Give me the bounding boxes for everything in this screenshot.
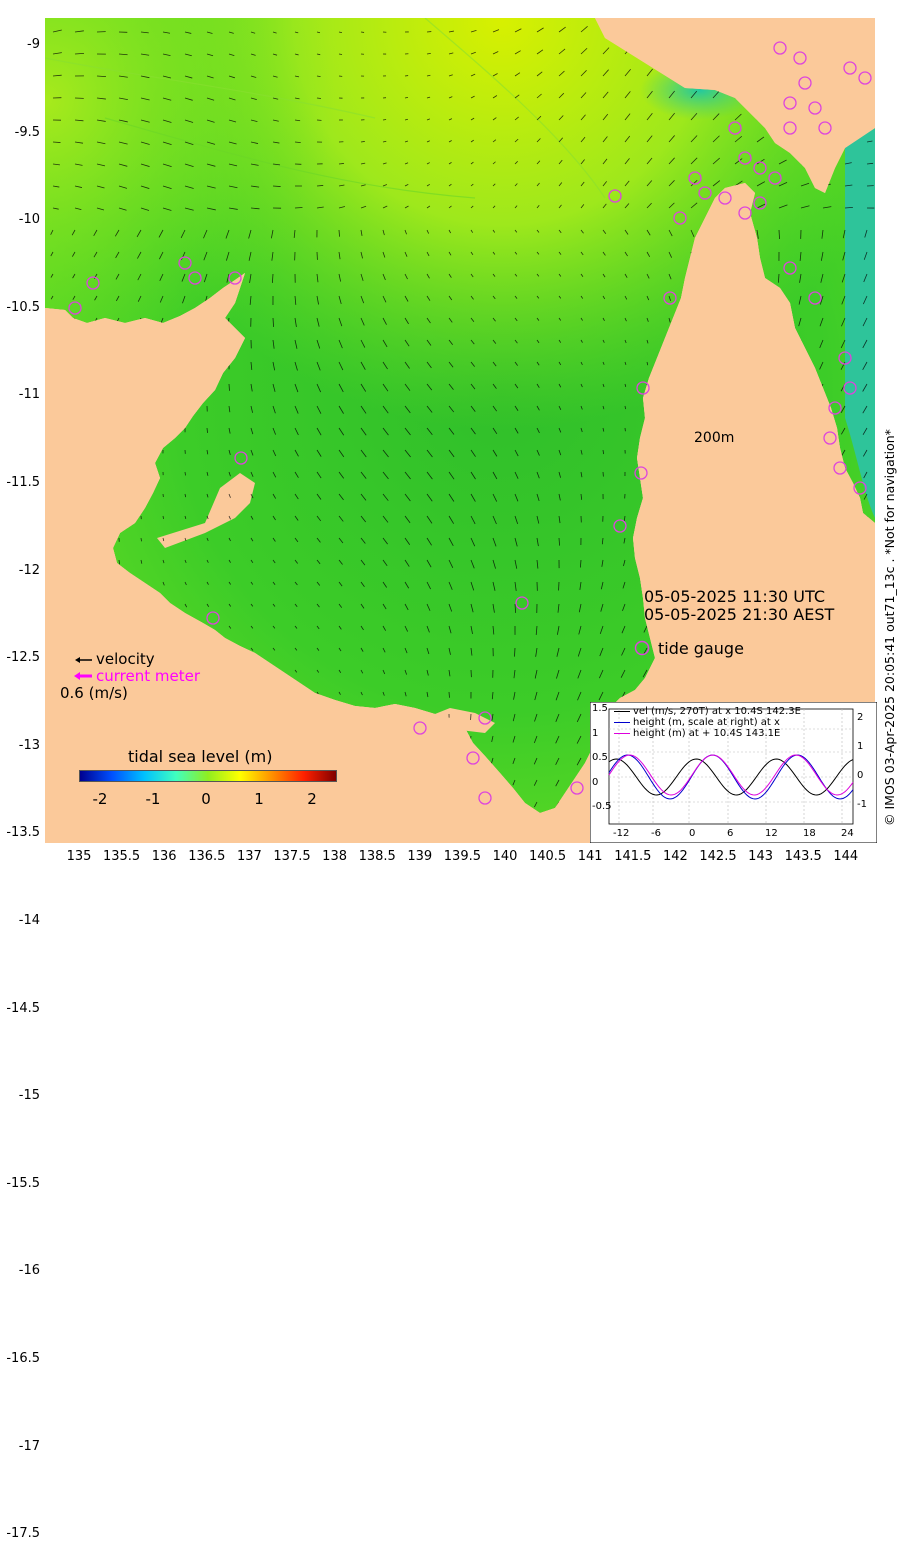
y-tick-label: -17.5 [4, 1526, 40, 1541]
inset-legend-entry: vel (m/s, 270T) at x 10.4S 142.3E [614, 706, 801, 717]
inset-right-tick: -1 [857, 799, 867, 810]
velocity-arrow [53, 142, 61, 143]
y-tick-label: -9.5 [4, 125, 40, 140]
velocity-arrow [361, 141, 365, 142]
x-tick-label: 139 [400, 849, 440, 864]
velocity-arrow [383, 119, 386, 120]
velocity-arrow [339, 163, 344, 164]
time-series-inset: vel (m/s, 270T) at x 10.4S 142.3Eheight … [590, 702, 877, 843]
tide-gauge-legend-label: tide gauge [658, 639, 744, 658]
inset-left-tick: 1.5 [592, 703, 608, 714]
y-tick-label: -13 [4, 738, 40, 753]
x-tick-label: 137.5 [272, 849, 312, 864]
inset-left-tick: 0 [592, 777, 598, 788]
y-tick-label: -16.5 [4, 1351, 40, 1366]
colorbar-tick-label: 1 [244, 790, 274, 808]
y-tick-label: -9 [4, 37, 40, 52]
speed-scale-label: 0.6 (m/s) [60, 684, 128, 702]
velocity-arrow [163, 516, 164, 519]
velocity-legend-icon [74, 655, 94, 665]
colorbar-tick-label: 0 [191, 790, 221, 808]
inset-x-tick: 12 [765, 828, 778, 839]
velocity-arrow [119, 560, 120, 564]
inset-legend-entry: height (m, scale at right) at x [614, 717, 780, 728]
x-tick-label: 139.5 [442, 849, 482, 864]
y-tick-label: -15 [4, 1088, 40, 1103]
x-tick-label: 144 [826, 849, 866, 864]
inset-x-tick: 0 [689, 828, 695, 839]
velocity-arrow [141, 538, 142, 541]
y-tick-label: -11.5 [4, 475, 40, 490]
credit-text: © IMOS 03-Apr-2025 20:05:41 out71_13c . … [882, 429, 897, 826]
colorbar-tick-label: -2 [85, 790, 115, 808]
x-tick-label: 136.5 [187, 849, 227, 864]
colorbar-title: tidal sea level (m) [128, 747, 272, 766]
x-tick-label: 140.5 [528, 849, 568, 864]
inset-right-tick: 0 [857, 770, 863, 781]
x-tick-label: 143.5 [783, 849, 823, 864]
timestamp-utc: 05-05-2025 11:30 UTC [644, 587, 825, 606]
current-meter-legend-icon [74, 671, 94, 681]
velocity-arrow [339, 230, 340, 237]
inset-left-tick: 0.5 [592, 752, 608, 763]
inset-x-tick: 18 [803, 828, 816, 839]
y-tick-label: -12 [4, 563, 40, 578]
y-tick-label: -15.5 [4, 1176, 40, 1191]
inset-left-tick: 1 [592, 728, 598, 739]
velocity-arrow [317, 185, 323, 186]
x-tick-label: 136 [144, 849, 184, 864]
y-tick-label: -13.5 [4, 825, 40, 840]
x-tick-label: 140 [485, 849, 525, 864]
inset-x-tick: -6 [651, 828, 661, 839]
y-tick-label: -14.5 [4, 1001, 40, 1016]
tide-gauge-legend-icon [634, 640, 650, 656]
colorbar-tick-label: 2 [297, 790, 327, 808]
x-tick-label: 135 [59, 849, 99, 864]
velocity-arrow [273, 318, 274, 327]
inset-legend-entry: height (m) at + 10.4S 143.1E [614, 728, 780, 739]
velocity-arrow [449, 692, 450, 698]
x-tick-label: 141 [570, 849, 610, 864]
inset-x-tick: 24 [841, 828, 854, 839]
velocity-arrow [514, 648, 515, 657]
velocity-arrow [185, 472, 186, 475]
velocity-arrow [207, 428, 208, 433]
y-tick-label: -11 [4, 387, 40, 402]
velocity-legend-label: velocity [96, 650, 155, 668]
inset-x-tick: -12 [613, 828, 629, 839]
x-tick-label: 142 [655, 849, 695, 864]
velocity-arrow [317, 98, 321, 99]
x-tick-label: 143 [741, 849, 781, 864]
x-tick-label: 137 [229, 849, 269, 864]
x-tick-label: 142.5 [698, 849, 738, 864]
y-tick-label: -12.5 [4, 650, 40, 665]
x-tick-label: 138.5 [357, 849, 397, 864]
y-tick-label: -10 [4, 212, 40, 227]
velocity-arrow [625, 406, 626, 409]
y-tick-label: -17 [4, 1439, 40, 1454]
colorbar [79, 770, 337, 782]
scale-label: 200m [694, 430, 734, 446]
velocity-arrow [273, 186, 281, 187]
inset-x-tick: 6 [727, 828, 733, 839]
velocity-arrow [779, 230, 780, 239]
y-tick-label: -14 [4, 913, 40, 928]
x-tick-label: 138 [315, 849, 355, 864]
y-tick-label: -16 [4, 1263, 40, 1278]
timestamp-local: 05-05-2025 21:30 AEST [644, 605, 834, 624]
current-meter-legend-label: current meter [96, 667, 200, 685]
inset-right-tick: 1 [857, 741, 863, 752]
inset-right-tick: 2 [857, 712, 863, 723]
colorbar-tick-label: -1 [138, 790, 168, 808]
x-tick-label: 135.5 [102, 849, 142, 864]
y-tick-label: -10.5 [4, 300, 40, 315]
inset-left-tick: -0.5 [592, 801, 612, 812]
x-tick-label: 141.5 [613, 849, 653, 864]
